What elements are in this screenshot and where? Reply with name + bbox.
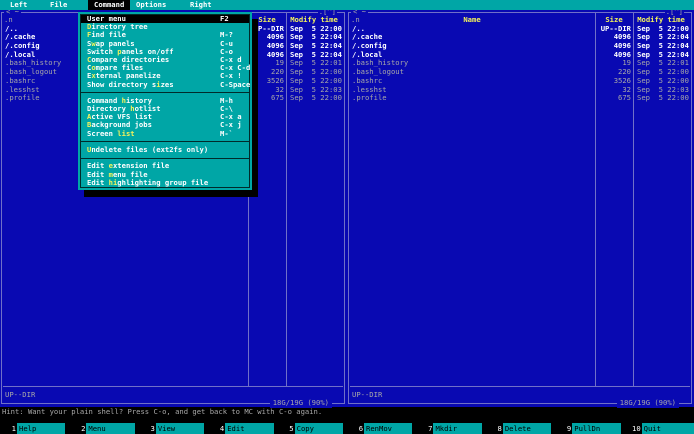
- menubar-item-right[interactable]: Right: [184, 0, 218, 10]
- fkey-help[interactable]: 1 Help: [0, 422, 69, 434]
- menu-shortcut: F2: [220, 14, 229, 23]
- fkey-edit[interactable]: 4 Edit: [208, 422, 277, 434]
- menu-item-edit-highlighting-group-file[interactable]: Edit highlighting group file: [81, 178, 249, 187]
- fkey-number: 4: [219, 423, 225, 433]
- menu-bar: Left File Command Options Right: [0, 0, 694, 10]
- menubar-item-options[interactable]: Options: [130, 0, 172, 10]
- file-mtime: Sep 5 22:00: [290, 93, 342, 103]
- file-panel-right: < ~ .[^] .n Name Size Modify time /.. UP-…: [348, 8, 692, 408]
- fkey-number: 2: [81, 423, 86, 433]
- file-size: 675: [271, 93, 284, 103]
- fkey-number: 5: [289, 423, 294, 433]
- file-name: /.cache: [352, 33, 383, 42]
- fkey-number: 8: [497, 423, 502, 433]
- file-name: .profile: [352, 94, 387, 103]
- file-name: .bashrc: [352, 76, 383, 85]
- midnight-commander-screen: Left File Command Options Right < ~ .[^] .n …: [0, 0, 694, 434]
- fkey-view[interactable]: 3 View: [139, 422, 208, 434]
- file-name: .lesshst: [352, 85, 387, 94]
- disk-usage-badge: 18G/19G (90%): [616, 399, 679, 408]
- column-separator: [286, 13, 287, 387]
- column-separator: [633, 13, 634, 387]
- fkey-number: 1: [11, 423, 16, 433]
- fkey-label: PullDn: [572, 422, 621, 434]
- command-menu-dropdown: User menu F2 Directory tree Find file M-? Swa…: [78, 12, 252, 190]
- fkey-number: 9: [566, 423, 572, 433]
- fkey-quit[interactable]: 10 Quit: [625, 422, 694, 434]
- fkey-number: 6: [358, 423, 364, 433]
- fkey-label: Menu: [86, 422, 135, 434]
- fkey-label: Copy: [294, 422, 344, 434]
- fkey-mkdir[interactable]: 7 Mkdir: [416, 422, 485, 434]
- column-separator: [595, 13, 596, 387]
- fkey-label: Mkdir: [433, 422, 482, 434]
- menu-item-undelete-files-ext2fs-only[interactable]: Undelete files (ext2fs only): [81, 145, 249, 154]
- fkey-label: Edit: [225, 422, 274, 434]
- file-name: .bash_logout: [352, 68, 404, 77]
- fkey-number: 3: [150, 423, 155, 433]
- mini-status: UP--DIR: [5, 390, 36, 400]
- menu-item-screen-list[interactable]: Screen list M-`: [81, 128, 249, 138]
- fkey-number: 10: [632, 423, 641, 433]
- file-row[interactable]: .profile 675 Sep 5 22:00: [349, 93, 691, 103]
- menubar-item-file[interactable]: File: [44, 0, 73, 10]
- function-key-bar: 1 Help 2 Menu 3 View 4 Edit 5 Copy 6 RenMov 7 Mkdir 8 D…: [0, 422, 694, 434]
- file-name: /.config: [352, 42, 387, 51]
- menu-shortcut: C-Space: [220, 79, 251, 89]
- menu-item-show-directory-sizes[interactable]: Show directory sizes C-Space: [81, 79, 251, 89]
- status-separator: [350, 386, 690, 387]
- menubar-item-left[interactable]: Left: [4, 0, 33, 10]
- fkey-label: Quit: [641, 422, 694, 434]
- file-size: 675: [618, 93, 631, 103]
- menu-shortcut: M-`: [220, 128, 233, 138]
- column-header-name[interactable]: Name: [349, 15, 595, 25]
- fkey-menu[interactable]: 2 Menu: [69, 422, 138, 434]
- status-separator: [3, 386, 343, 387]
- fkey-label: View: [155, 422, 205, 434]
- menubar-item-command[interactable]: Command: [88, 0, 131, 10]
- file-list: /.. UP--DIR Sep 5 22:00/.cache 4096 Sep 5 22…: [349, 24, 691, 103]
- file-name: /..: [352, 24, 365, 33]
- file-mtime: Sep 5 22:00: [637, 93, 689, 103]
- mini-status: UP--DIR: [352, 390, 383, 400]
- fkey-number: 7: [428, 423, 433, 433]
- fkey-label: Help: [17, 422, 66, 434]
- fkey-renmov[interactable]: 6 RenMov: [347, 422, 416, 434]
- fkey-label: RenMov: [364, 422, 413, 434]
- fkey-delete[interactable]: 8 Delete: [486, 422, 555, 434]
- file-name: /.local: [352, 50, 383, 59]
- file-name: .bash_history: [352, 59, 409, 68]
- fkey-label: Delete: [502, 422, 552, 434]
- fkey-pulldn[interactable]: 9 PullDn: [555, 422, 624, 434]
- fkey-copy[interactable]: 5 Copy: [278, 422, 347, 434]
